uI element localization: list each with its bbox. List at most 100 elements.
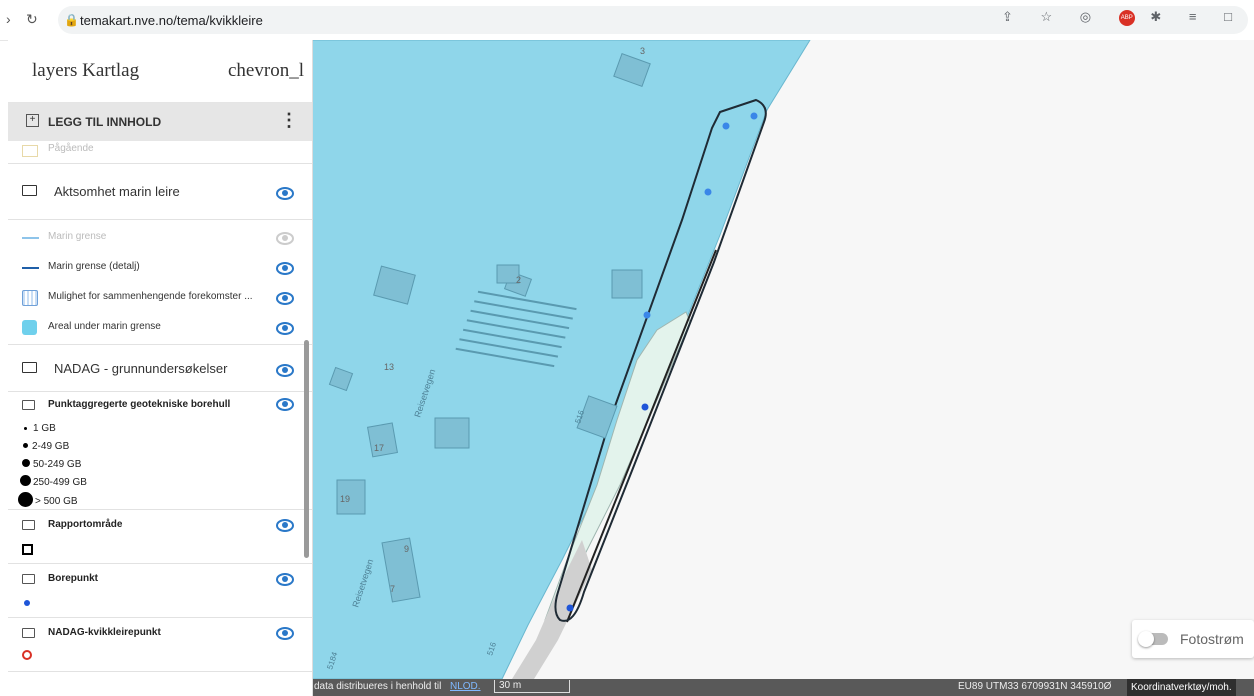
bore-point (722, 122, 730, 130)
window-icon[interactable]: □ (1224, 9, 1244, 24)
area-fill-icon (22, 320, 37, 335)
visibility-eye-icon[interactable] (276, 262, 294, 275)
folder-open-icon (22, 520, 35, 530)
house-number: 13 (384, 362, 394, 372)
bore-point (566, 604, 574, 612)
layer-item-nadag-kvikkleirepunkt[interactable]: NADAG-kvikkleirepunkt (8, 618, 312, 672)
house-number: 7 (390, 584, 395, 594)
layer-group-aktsomhet[interactable]: Aktsomhet marin leire (8, 164, 312, 220)
browser-toolbar: › ↻ 🔒 temakart.nve.no/tema/kvikkleire ⇪ … (0, 0, 1254, 41)
marine-sublayers: Marin grense Marin grense (detalj) Mulig… (8, 220, 312, 345)
fotostrom-toggle[interactable] (1138, 631, 1168, 647)
forward-icon[interactable]: › (6, 11, 11, 27)
map-status-bar: data distribueres i henhold til NLOD. 30… (312, 679, 1254, 696)
folder-open-icon (22, 400, 35, 410)
house-number: 19 (340, 494, 350, 504)
layer-label: Marin grense (detalj) (48, 261, 140, 272)
layers-panel: layers Kartlag chevron_l + LEGG TIL INNH… (8, 40, 313, 696)
star-icon[interactable]: ☆ (1041, 9, 1065, 24)
layer-item-punktaggregerte[interactable]: Punktaggregerte geotekniske borehull 1 G… (8, 392, 312, 510)
panel-title-text: Kartlag (82, 60, 140, 81)
share-icon[interactable]: ⇪ (1002, 9, 1025, 24)
attribution-text: data distribueres i henhold til (314, 681, 442, 692)
legend-row: 50-249 GB (20, 456, 87, 474)
map-canvas: 3 2 13 17 19 9 7 Reisetvegen Reisetvegen… (312, 40, 811, 679)
layer-item-areal-under-marin-grense[interactable]: Areal under marin grense (8, 316, 308, 338)
more-vert-icon[interactable]: ⋮ (280, 110, 298, 131)
legend-row: 1 GB (20, 420, 87, 438)
layer-group-nadag[interactable]: NADAG - grunnundersøkelser (8, 345, 312, 392)
lock-icon: 🔒 (64, 13, 79, 27)
square-legend-icon (22, 544, 33, 555)
reload-icon[interactable]: ↻ (26, 11, 38, 28)
coord-tool-button[interactable]: Koordinatverktøy/moh. (1127, 679, 1236, 696)
house-number: 2 (516, 275, 521, 285)
shield-check-icon[interactable]: ◎ (1080, 9, 1103, 24)
bore-point (643, 311, 651, 319)
layer-item-mulighet[interactable]: Mulighet for sammenhengende forekomster … (8, 286, 308, 308)
layer-label: Pågående (48, 143, 94, 154)
bore-point (704, 188, 712, 196)
scale-bar: 30 m (494, 680, 570, 693)
visibility-eye-icon[interactable] (276, 364, 294, 377)
red-circle-legend-icon (22, 650, 32, 660)
panel-header: layers Kartlag chevron_l (8, 40, 312, 103)
hatched-area-icon (22, 290, 38, 306)
layer-title: Punktaggregerte geotekniske borehull (48, 399, 231, 410)
add-content-button[interactable]: LEGG TIL INNHOLD (48, 115, 161, 129)
layer-label: Mulighet for sammenhengende forekomster … (48, 291, 253, 302)
map-view[interactable]: 3 2 13 17 19 9 7 Reisetvegen Reisetvegen… (312, 40, 1254, 679)
line-icon (22, 267, 39, 269)
folder-open-icon (22, 574, 35, 584)
house-number: 9 (404, 544, 409, 554)
bore-point (750, 112, 758, 120)
layer-item-pagaende[interactable]: Pågående (8, 141, 312, 164)
line-icon (22, 237, 39, 239)
adblock-icon[interactable]: ABP (1118, 9, 1135, 26)
layer-title: Rapportområde (48, 519, 123, 530)
legend-row: 2-49 GB (20, 438, 87, 456)
nlod-link[interactable]: NLOD. (450, 681, 481, 692)
bore-point (641, 403, 649, 411)
visibility-eye-icon[interactable] (276, 627, 294, 640)
visibility-eye-icon[interactable] (276, 519, 294, 532)
fotostrom-label: Fotostrøm (1180, 631, 1244, 647)
visibility-eye-icon[interactable] (276, 232, 294, 245)
folder-icon (22, 185, 37, 196)
legend-row: > 500 GB (18, 492, 87, 511)
layer-item-marin-grense[interactable]: Marin grense (8, 226, 308, 248)
puzzle-icon[interactable]: ✱ (1150, 9, 1173, 24)
legend-row: 250-499 GB (20, 474, 87, 492)
browser-extensions: ⇪ ☆ ◎ ABP ✱ ≡ □ (1002, 9, 1244, 26)
add-box-icon: + (26, 114, 39, 127)
group-label: Aktsomhet marin leire (54, 184, 180, 199)
visibility-eye-icon[interactable] (276, 398, 294, 411)
fotostrom-panel: Fotostrøm (1132, 620, 1254, 658)
reading-list-icon[interactable]: ≡ (1189, 9, 1209, 24)
layers-icon-text: layers (32, 60, 78, 81)
add-content-bar: + LEGG TIL INNHOLD ⋮ (8, 103, 312, 141)
visibility-eye-icon[interactable] (276, 322, 294, 335)
panel-title: layers Kartlag (32, 60, 139, 82)
blue-dot-legend-icon (24, 600, 30, 606)
visibility-eye-icon[interactable] (276, 573, 294, 586)
visibility-eye-icon[interactable] (276, 292, 294, 305)
house (611, 269, 643, 299)
house-number: 3 (640, 46, 645, 56)
coordinates-readout: EU89 UTM33 6709931N 345910Ø (958, 681, 1112, 692)
url-text: temakart.nve.no/tema/kvikkleire (80, 13, 263, 28)
visibility-eye-icon[interactable] (276, 187, 294, 200)
scale-label: 30 m (499, 680, 522, 691)
layer-item-borepunkt[interactable]: Borepunkt (8, 564, 312, 618)
layer-item-marin-grense-detalj[interactable]: Marin grense (detalj) (8, 256, 308, 278)
group-label: NADAG - grunnundersøkelser (54, 361, 228, 376)
folder-icon (22, 362, 37, 373)
layer-label: Marin grense (48, 231, 107, 242)
panel-scrollbar[interactable] (304, 340, 309, 558)
house-number: 17 (374, 443, 384, 453)
layer-title: NADAG-kvikkleirepunkt (48, 627, 161, 638)
layer-label: Areal under marin grense (48, 321, 161, 332)
collapse-panel-button[interactable]: chevron_l (228, 60, 304, 82)
layer-item-rapportomrade[interactable]: Rapportområde (8, 510, 312, 564)
size-legend: 1 GB 2-49 GB 50-249 GB 250-499 GB > 500 … (18, 420, 87, 511)
